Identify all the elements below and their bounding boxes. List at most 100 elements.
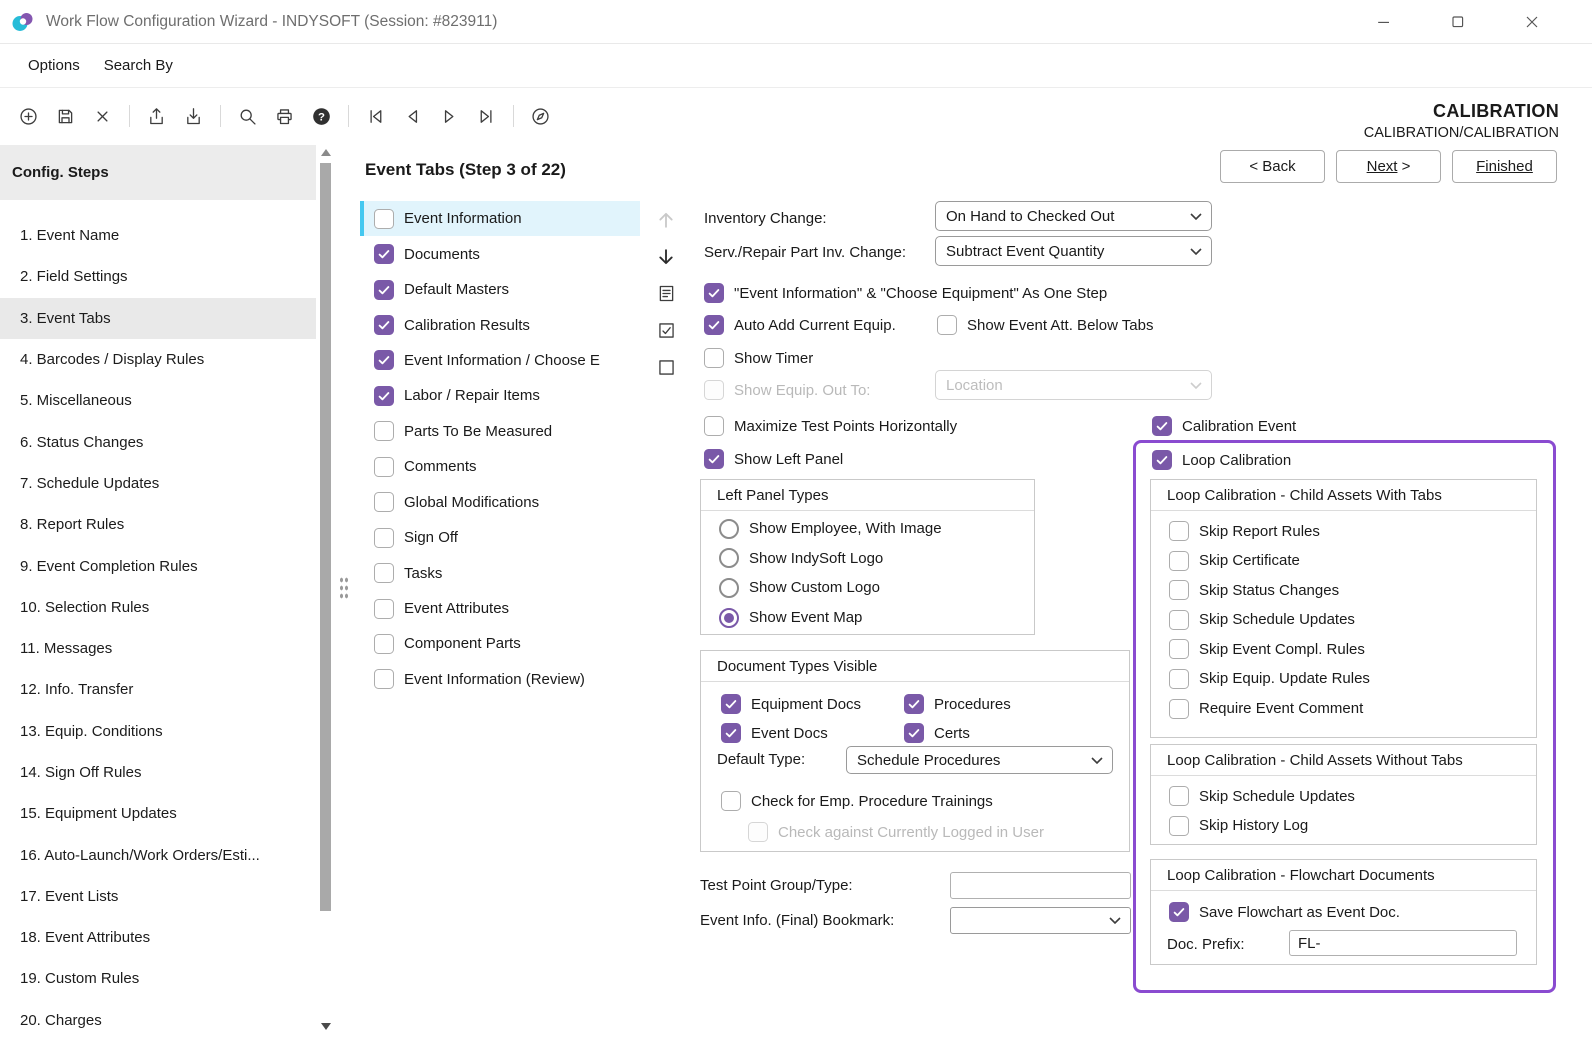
event-tab-comments[interactable]: Comments (360, 449, 640, 484)
config-step-14-sign-off-rules[interactable]: 14. Sign Off Rules (0, 752, 316, 793)
move-down-button[interactable] (652, 239, 680, 276)
event-tab-event-information-review[interactable]: Event Information (Review) (360, 662, 640, 697)
skip-certificate-checkbox[interactable] (1169, 551, 1189, 571)
next-record-button[interactable] (432, 99, 467, 134)
event-info-bookmark-dropdown[interactable] (950, 907, 1131, 934)
require-event-comment-checkbox[interactable] (1169, 699, 1189, 719)
event-tab-global-modifications[interactable]: Global Modifications (360, 485, 640, 520)
config-step-3-event-tabs[interactable]: 3. Event Tabs (0, 298, 316, 339)
maximize-test-points-checkbox[interactable] (704, 416, 724, 436)
event-tab-component-parts-checkbox[interactable] (374, 634, 394, 654)
help-button[interactable]: ? (304, 99, 339, 134)
skip-history-log-checkbox[interactable] (1169, 816, 1189, 836)
event-tab-default-masters[interactable]: Default Masters (360, 272, 640, 307)
save-flowchart-as-event-doc-checkbox[interactable] (1169, 902, 1189, 922)
skip-schedule-updates-checkbox[interactable] (1169, 786, 1189, 806)
doc-prefix-input[interactable] (1289, 930, 1517, 956)
skip-schedule-updates-checkbox[interactable] (1169, 610, 1189, 630)
import-button[interactable] (176, 99, 211, 134)
config-step-4-barcodes-display-rules[interactable]: 4. Barcodes / Display Rules (0, 339, 316, 380)
sidebar-scrollbar[interactable] (318, 145, 333, 1037)
config-step-20-charges[interactable]: 20. Charges (0, 1000, 316, 1041)
config-step-18-event-attributes[interactable]: 18. Event Attributes (0, 917, 316, 958)
close-button[interactable] (1495, 0, 1569, 44)
config-step-15-equipment-updates[interactable]: 15. Equipment Updates (0, 793, 316, 834)
event-tab-sign-off[interactable]: Sign Off (360, 520, 640, 555)
config-step-6-status-changes[interactable]: 6. Status Changes (0, 421, 316, 462)
scrollbar-thumb[interactable] (320, 163, 331, 911)
search-button[interactable] (230, 99, 265, 134)
show-equip-out-to-checkbox[interactable] (704, 380, 724, 400)
event-tab-calibration-results[interactable]: Calibration Results (360, 307, 640, 342)
export-button[interactable] (139, 99, 174, 134)
event-tab-event-information[interactable]: Event Information (360, 201, 640, 236)
splitter-grip[interactable] (339, 576, 349, 600)
event-tab-event-information-review-checkbox[interactable] (374, 669, 394, 689)
config-step-16-auto-launch-work-orders-esti[interactable]: 16. Auto-Launch/Work Orders/Esti... (0, 834, 316, 875)
event-tab-component-parts[interactable]: Component Parts (360, 626, 640, 661)
event-tab-labor-repair-items-checkbox[interactable] (374, 386, 394, 406)
minimize-button[interactable] (1347, 0, 1421, 44)
serv-repair-dropdown[interactable]: Subtract Event Quantity (935, 236, 1212, 266)
equipment-docs-checkbox[interactable] (721, 694, 741, 714)
print-button[interactable] (267, 99, 302, 134)
tab-details-button[interactable] (652, 276, 680, 313)
event-tab-calibration-results-checkbox[interactable] (374, 315, 394, 335)
loop-calibration-checkbox[interactable] (1152, 450, 1172, 470)
skip-equip-update-rules-checkbox[interactable] (1169, 669, 1189, 689)
next-button[interactable]: Next > (1336, 150, 1441, 183)
uncheck-all-button[interactable] (652, 349, 680, 386)
config-step-12-info-transfer[interactable]: 12. Info. Transfer (0, 669, 316, 710)
config-step-8-report-rules[interactable]: 8. Report Rules (0, 504, 316, 545)
event-tab-default-masters-checkbox[interactable] (374, 280, 394, 300)
event-tab-labor-repair-items[interactable]: Labor / Repair Items (360, 378, 640, 413)
certs-checkbox[interactable] (904, 723, 924, 743)
one-step-setting-checkbox[interactable] (704, 283, 724, 303)
config-step-10-selection-rules[interactable]: 10. Selection Rules (0, 587, 316, 628)
config-step-13-equip-conditions[interactable]: 13. Equip. Conditions (0, 711, 316, 752)
check-emp-trainings-checkbox[interactable] (721, 791, 741, 811)
scroll-up-button[interactable] (318, 145, 333, 159)
show-event-att-below-tabs-checkbox[interactable] (937, 315, 957, 335)
navigate-button[interactable] (523, 99, 558, 134)
check-logged-user-checkbox[interactable] (748, 822, 768, 842)
radio-show-employee-with-image[interactable] (719, 519, 739, 539)
show-timer-checkbox[interactable] (704, 348, 724, 368)
event-tab-event-information-choose-e[interactable]: Event Information / Choose E (360, 343, 640, 378)
event-tab-tasks[interactable]: Tasks (360, 555, 640, 590)
event-tab-tasks-checkbox[interactable] (374, 563, 394, 583)
radio-show-indysoft-logo[interactable] (719, 548, 739, 568)
event-tab-parts-to-be-measured-checkbox[interactable] (374, 421, 394, 441)
event-tab-event-information-choose-e-checkbox[interactable] (374, 350, 394, 370)
skip-event-compl-rules-checkbox[interactable] (1169, 639, 1189, 659)
event-tab-event-attributes-checkbox[interactable] (374, 599, 394, 619)
event-tab-comments-checkbox[interactable] (374, 457, 394, 477)
event-tab-sign-off-checkbox[interactable] (374, 528, 394, 548)
add-button[interactable] (11, 99, 46, 134)
menu-options[interactable]: Options (28, 57, 80, 74)
event-tab-global-modifications-checkbox[interactable] (374, 492, 394, 512)
config-step-1-event-name[interactable]: 1. Event Name (0, 215, 316, 256)
event-tab-documents[interactable]: Documents (360, 236, 640, 271)
back-button[interactable]: < Back (1220, 150, 1325, 183)
calibration-event-checkbox[interactable] (1152, 416, 1172, 436)
procedures-checkbox[interactable] (904, 694, 924, 714)
config-step-2-field-settings[interactable]: 2. Field Settings (0, 256, 316, 297)
maximize-button[interactable] (1421, 0, 1495, 44)
previous-record-button[interactable] (395, 99, 430, 134)
config-step-19-custom-rules[interactable]: 19. Custom Rules (0, 958, 316, 999)
event-tab-documents-checkbox[interactable] (374, 244, 394, 264)
skip-report-rules-checkbox[interactable] (1169, 521, 1189, 541)
radio-show-custom-logo[interactable] (719, 578, 739, 598)
scroll-down-button[interactable] (318, 1019, 333, 1033)
config-step-17-event-lists[interactable]: 17. Event Lists (0, 876, 316, 917)
show-left-panel-checkbox[interactable] (704, 449, 724, 469)
first-record-button[interactable] (358, 99, 393, 134)
event-tab-event-information-checkbox[interactable] (374, 209, 394, 229)
delete-button[interactable] (85, 99, 120, 134)
test-point-input[interactable] (950, 872, 1131, 899)
check-all-button[interactable] (652, 312, 680, 349)
skip-status-changes-checkbox[interactable] (1169, 580, 1189, 600)
save-button[interactable] (48, 99, 83, 134)
event-tab-event-attributes[interactable]: Event Attributes (360, 591, 640, 626)
